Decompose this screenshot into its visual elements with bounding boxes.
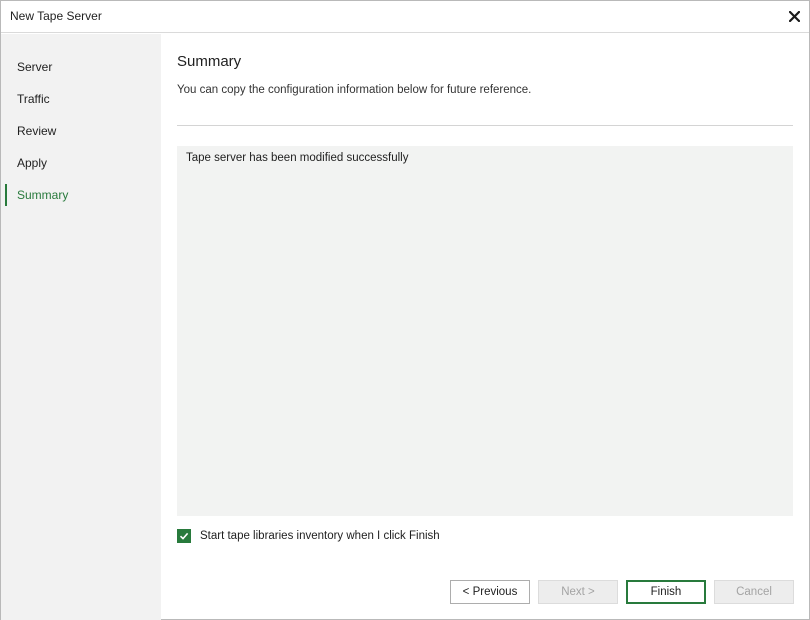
window-title: New Tape Server	[10, 9, 102, 23]
wizard-steps-sidebar: Server Traffic Review Apply Summary	[1, 34, 161, 620]
sidebar-item-summary[interactable]: Summary	[1, 182, 161, 208]
sidebar-item-server[interactable]: Server	[1, 54, 161, 80]
sidebar-item-traffic[interactable]: Traffic	[1, 86, 161, 112]
inventory-checkbox-row[interactable]: Start tape libraries inventory when I cl…	[177, 528, 440, 544]
title-bar: New Tape Server	[1, 1, 809, 33]
sidebar-item-apply[interactable]: Apply	[1, 150, 161, 176]
wizard-window: New Tape Server Server Traffic Review Ap…	[0, 0, 810, 620]
next-button[interactable]: Next >	[538, 580, 618, 604]
page-subtitle: You can copy the configuration informati…	[177, 84, 532, 96]
divider	[177, 125, 793, 126]
close-button[interactable]	[779, 1, 809, 32]
cancel-button[interactable]: Cancel	[714, 580, 794, 604]
main-content: Summary You can copy the configuration i…	[177, 34, 795, 620]
sidebar-item-review[interactable]: Review	[1, 118, 161, 144]
finish-button[interactable]: Finish	[626, 580, 706, 604]
close-icon	[788, 11, 800, 22]
summary-text-area[interactable]: Tape server has been modified successful…	[177, 146, 793, 516]
previous-button[interactable]: < Previous	[450, 580, 530, 604]
summary-text: Tape server has been modified successful…	[186, 152, 409, 164]
inventory-checkbox[interactable]	[177, 529, 191, 543]
checkmark-icon	[179, 532, 189, 540]
page-title: Summary	[177, 53, 242, 70]
inventory-checkbox-label[interactable]: Start tape libraries inventory when I cl…	[200, 530, 440, 542]
